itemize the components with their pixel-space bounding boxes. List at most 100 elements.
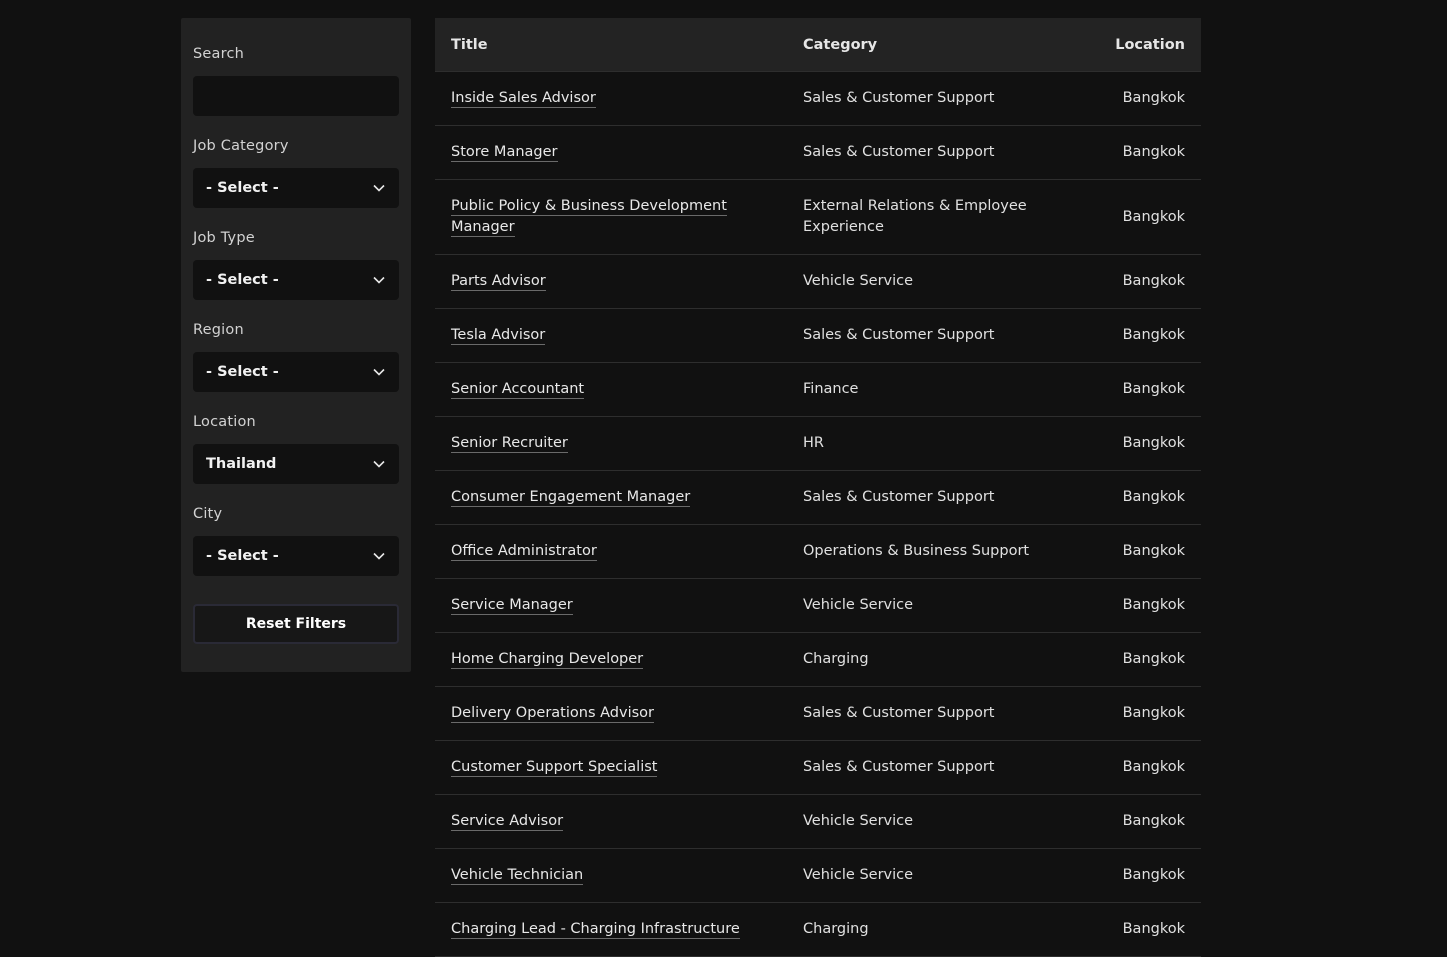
job-location-cell: Bangkok (1055, 416, 1201, 471)
location-select[interactable]: Thailand (193, 444, 399, 484)
job-location-cell: Bangkok (1055, 632, 1201, 687)
job-category-label: Job Category (193, 138, 289, 154)
location-value: Thailand (206, 456, 277, 472)
city-select[interactable]: - Select - (193, 536, 399, 576)
job-location-cell: Bangkok (1055, 362, 1201, 417)
job-title-cell: Consumer Engagement Manager (435, 470, 787, 525)
job-category-cell: Vehicle Service (787, 578, 1055, 633)
job-location-cell: Bangkok (1055, 71, 1201, 126)
job-category-cell: Operations & Business Support (787, 524, 1055, 579)
region-select[interactable]: - Select - (193, 352, 399, 392)
job-location-cell: Bangkok (1055, 470, 1201, 525)
chevron-down-icon (372, 273, 386, 287)
job-title-link[interactable]: Parts Advisor (451, 273, 546, 291)
job-title-link[interactable]: Inside Sales Advisor (451, 90, 596, 108)
job-title-link[interactable]: Senior Accountant (451, 381, 585, 399)
table-row: Senior Accountant Finance Bangkok (435, 362, 1201, 417)
job-category-select[interactable]: - Select - (193, 168, 399, 208)
job-category-cell: Vehicle Service (787, 254, 1055, 309)
job-title-link[interactable]: Delivery Operations Advisor (451, 705, 654, 723)
city-label: City (193, 506, 223, 522)
table-row: Service Manager Vehicle Service Bangkok (435, 578, 1201, 633)
job-category-cell: Finance (787, 362, 1055, 417)
job-title-link[interactable]: Consumer Engagement Manager (451, 489, 691, 507)
job-title-link[interactable]: Tesla Advisor (451, 327, 546, 345)
job-title-cell: Service Manager (435, 578, 787, 633)
region-label: Region (193, 322, 244, 338)
job-location-cell: Bangkok (1055, 524, 1201, 579)
job-location-cell: Bangkok (1055, 179, 1201, 255)
job-category-cell: Sales & Customer Support (787, 470, 1055, 525)
chevron-down-icon (372, 365, 386, 379)
job-title-cell: Delivery Operations Advisor (435, 686, 787, 741)
job-location-cell: Bangkok (1055, 740, 1201, 795)
job-category-cell: Vehicle Service (787, 794, 1055, 849)
chevron-down-icon (372, 181, 386, 195)
table-row: Home Charging Developer Charging Bangkok (435, 632, 1201, 687)
city-value: - Select - (206, 548, 279, 564)
column-header-location[interactable]: Location (1055, 18, 1201, 72)
job-category-cell: Sales & Customer Support (787, 308, 1055, 363)
reset-filters-button[interactable]: Reset Filters (193, 604, 399, 644)
table-row: Consumer Engagement Manager Sales & Cust… (435, 470, 1201, 525)
job-category-cell: Sales & Customer Support (787, 125, 1055, 180)
chevron-down-icon (372, 457, 386, 471)
job-title-link[interactable]: Office Administrator (451, 543, 597, 561)
job-location-cell: Bangkok (1055, 794, 1201, 849)
job-location-cell: Bangkok (1055, 308, 1201, 363)
job-title-cell: Store Manager (435, 125, 787, 180)
job-title-cell: Service Advisor (435, 794, 787, 849)
job-title-link[interactable]: Service Advisor (451, 813, 564, 831)
job-location-cell: Bangkok (1055, 254, 1201, 309)
job-location-cell: Bangkok (1055, 125, 1201, 180)
job-type-value: - Select - (206, 272, 279, 288)
table-row: Vehicle Technician Vehicle Service Bangk… (435, 848, 1201, 903)
table-row: Service Advisor Vehicle Service Bangkok (435, 794, 1201, 849)
jobs-table: Title Category Location Inside Sales Adv… (435, 18, 1201, 957)
table-row: Senior Recruiter HR Bangkok (435, 416, 1201, 471)
job-category-cell: Sales & Customer Support (787, 686, 1055, 741)
job-type-label: Job Type (193, 230, 255, 246)
job-title-cell: Vehicle Technician (435, 848, 787, 903)
job-title-cell: Senior Recruiter (435, 416, 787, 471)
job-title-cell: Customer Support Specialist (435, 740, 787, 795)
job-title-link[interactable]: Vehicle Technician (451, 867, 584, 885)
job-title-cell: Senior Accountant (435, 362, 787, 417)
job-title-cell: Tesla Advisor (435, 308, 787, 363)
job-title-link[interactable]: Home Charging Developer (451, 651, 644, 669)
job-location-cell: Bangkok (1055, 902, 1201, 957)
table-row: Delivery Operations Advisor Sales & Cust… (435, 686, 1201, 741)
job-category-cell: Charging (787, 902, 1055, 957)
job-title-cell: Office Administrator (435, 524, 787, 579)
job-title-link[interactable]: Store Manager (451, 144, 558, 162)
table-row: Office Administrator Operations & Busine… (435, 524, 1201, 579)
job-category-cell: Vehicle Service (787, 848, 1055, 903)
region-value: - Select - (206, 364, 279, 380)
job-location-cell: Bangkok (1055, 578, 1201, 633)
table-header-row: Title Category Location (435, 18, 1201, 72)
search-label: Search (193, 46, 245, 62)
job-title-link[interactable]: Charging Lead - Charging Infrastructure (451, 921, 740, 939)
search-input[interactable] (193, 76, 399, 116)
location-label: Location (193, 414, 256, 430)
chevron-down-icon (372, 549, 386, 563)
column-header-category[interactable]: Category (787, 18, 1055, 72)
job-title-cell: Public Policy & Business Development Man… (435, 179, 787, 255)
table-row: Public Policy & Business Development Man… (435, 179, 1201, 255)
job-title-link[interactable]: Senior Recruiter (451, 435, 568, 453)
job-title-cell: Parts Advisor (435, 254, 787, 309)
job-title-cell: Inside Sales Advisor (435, 71, 787, 126)
table-row: Charging Lead - Charging Infrastructure … (435, 902, 1201, 957)
table-row: Customer Support Specialist Sales & Cust… (435, 740, 1201, 795)
job-title-link[interactable]: Public Policy & Business Development Man… (451, 198, 727, 237)
job-title-cell: Home Charging Developer (435, 632, 787, 687)
job-category-cell: Charging (787, 632, 1055, 687)
column-header-title[interactable]: Title (435, 18, 787, 72)
job-title-link[interactable]: Service Manager (451, 597, 573, 615)
job-category-value: - Select - (206, 180, 279, 196)
job-type-select[interactable]: - Select - (193, 260, 399, 300)
table-row: Parts Advisor Vehicle Service Bangkok (435, 254, 1201, 309)
job-title-link[interactable]: Customer Support Specialist (451, 759, 658, 777)
job-title-cell: Charging Lead - Charging Infrastructure (435, 902, 787, 957)
filters-sidebar: Search Job Category - Select - Job Type … (181, 18, 411, 672)
